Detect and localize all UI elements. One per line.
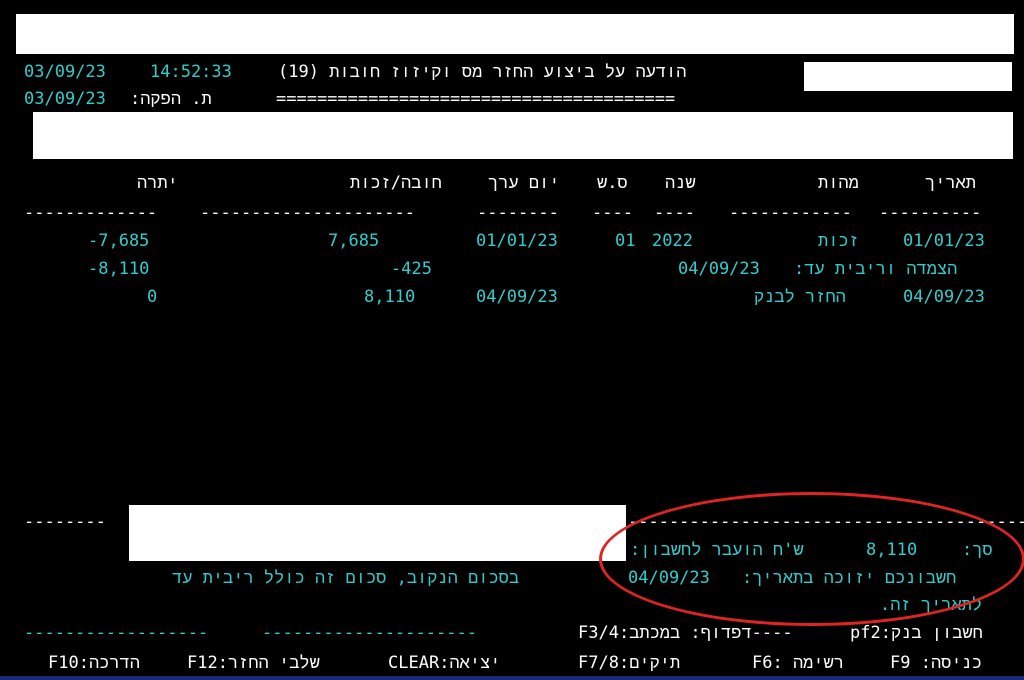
fkey-f78-files[interactable]: תיקים:F7/8 bbox=[578, 653, 680, 673]
col-header-ss: ס.ש bbox=[597, 173, 628, 193]
fkey-f6-list[interactable]: רשימה :F6 bbox=[752, 653, 844, 673]
col-header-balance: יתרה bbox=[137, 173, 178, 193]
dash-ss: ---- bbox=[592, 203, 633, 223]
redacted-block-summary bbox=[129, 505, 626, 561]
row1-amount: 7,685 bbox=[328, 231, 380, 251]
redacted-block-header-right bbox=[804, 62, 1012, 91]
row2-label: הצמדה וריבית עד: bbox=[794, 259, 958, 279]
redacted-block-top bbox=[16, 14, 1014, 54]
row3-value-day: 04/09/23 bbox=[476, 287, 558, 307]
row3-date: 04/09/23 bbox=[903, 287, 985, 307]
dash-date: ---------- bbox=[879, 203, 982, 223]
highlight-oval bbox=[599, 492, 1024, 626]
print-option[interactable]: ----דפדוף: במכתב:F3/4 bbox=[578, 623, 793, 643]
row2-balance: -8,110 bbox=[88, 259, 150, 279]
row1-balance: -7,685 bbox=[88, 231, 150, 251]
fkey-f10-guide[interactable]: הדרכה:F10 bbox=[48, 653, 140, 673]
row1-year: 2022 bbox=[652, 231, 693, 251]
row3-nature: החזר לבנק bbox=[754, 287, 846, 307]
row1-ss: 01 bbox=[615, 231, 636, 251]
row1-nature: זכות bbox=[818, 231, 859, 251]
footer-dashes-2: --------------------- bbox=[262, 623, 477, 643]
col-header-debit-credit: חובה/זכות bbox=[350, 173, 442, 193]
header-date: 03/09/23 bbox=[24, 62, 106, 82]
credit-line-left: בסכום הנקוב, סכום זה כולל ריבית עד bbox=[172, 568, 520, 588]
fkey-f12-refund-stages[interactable]: שלבי החזר:F12 bbox=[187, 653, 320, 673]
row3-balance: 0 bbox=[147, 287, 158, 307]
row1-value-day: 01/01/23 bbox=[476, 231, 558, 251]
footer-dashes-1: ------------------ bbox=[24, 623, 209, 643]
title-underline: ======================================= bbox=[276, 89, 676, 109]
print-date: 03/09/23 bbox=[24, 89, 106, 109]
row2-label-date: 04/09/23 bbox=[678, 259, 760, 279]
dash-debit-credit: --------------------- bbox=[200, 203, 415, 223]
row2-amount: -425 bbox=[391, 259, 432, 279]
row3-amount: 8,110 bbox=[364, 287, 416, 307]
row1-date: 01/01/23 bbox=[903, 231, 985, 251]
dash-nature: ------------ bbox=[729, 203, 852, 223]
redacted-block-middle bbox=[33, 112, 1013, 159]
status-bar-edge bbox=[0, 676, 1024, 680]
dash-balance: ------------- bbox=[24, 203, 158, 223]
fkey-f9-entry[interactable]: כניסה: F9 bbox=[890, 653, 982, 673]
summary-dashes-left: -------- bbox=[24, 512, 106, 532]
col-header-value-day: יום ערך bbox=[488, 173, 560, 193]
bank-account-key[interactable]: חשבון בנק:pf2 bbox=[850, 623, 983, 643]
print-date-label: ת. הפקה: bbox=[130, 89, 212, 109]
dash-year: ---- bbox=[654, 203, 695, 223]
fkey-clear-exit[interactable]: יציאה:CLEAR bbox=[388, 653, 500, 673]
col-header-nature: מהות bbox=[818, 173, 859, 193]
page-title: הודעה על ביצוע החזר מס וקיזוז חובות (19) bbox=[278, 62, 687, 82]
col-header-date: תאריך bbox=[925, 173, 977, 193]
header-time: 14:52:33 bbox=[150, 62, 232, 82]
col-header-year: שנה bbox=[665, 173, 696, 193]
dash-value-day: -------- bbox=[477, 203, 559, 223]
